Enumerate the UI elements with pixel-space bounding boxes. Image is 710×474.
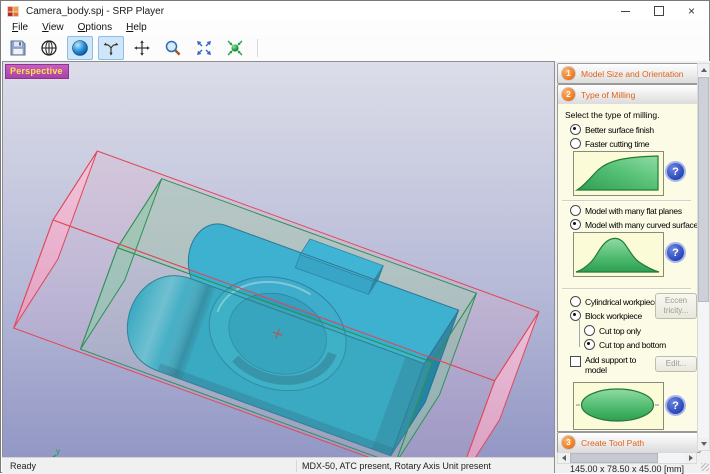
section-create-tool-path[interactable]: 3 Create Tool Path (557, 432, 701, 453)
rotate-icon (102, 39, 120, 57)
step-1-badge: 1 (561, 66, 576, 81)
zoom-to-model-button[interactable] (222, 36, 248, 60)
help-button-workpiece[interactable]: ? (665, 395, 686, 416)
finish-illustration (573, 151, 664, 196)
radio-icon (570, 296, 581, 307)
radio-icon (584, 339, 595, 350)
menu-view[interactable]: View (35, 21, 71, 34)
maximize-icon (654, 6, 664, 16)
section-type-of-milling[interactable]: 2 Type of Milling (557, 84, 701, 105)
milling-prompt: Select the type of milling. (565, 110, 660, 120)
minimize-icon (621, 11, 630, 12)
shaded-view-button[interactable] (67, 36, 93, 60)
toolbar-separator (257, 39, 258, 57)
arrow-right-icon (689, 455, 693, 461)
radio-icon (570, 219, 581, 230)
rotate-view-button[interactable] (98, 36, 124, 60)
block-ellipse-image (574, 383, 661, 427)
scroll-down-button[interactable] (698, 438, 709, 450)
separator (562, 288, 691, 290)
app-window: Camera_body.spj - SRP Player × File View… (0, 0, 710, 473)
resize-grip[interactable] (701, 463, 709, 471)
arrow-left-icon (562, 455, 566, 461)
titlebar: Camera_body.spj - SRP Player × (2, 2, 708, 20)
model-dimensions: 145.00 x 78.50 x 45.00 [mm] (557, 464, 697, 473)
radio-better-surface-finish[interactable]: Better surface finish (570, 124, 654, 135)
viewport-scene[interactable]: y x z (3, 62, 555, 458)
help-button-model-type[interactable]: ? (665, 242, 686, 263)
section-title: Model Size and Orientation (581, 69, 684, 79)
close-button[interactable]: × (675, 2, 708, 20)
wireframe-view-button[interactable] (36, 36, 62, 60)
eccentricity-button[interactable]: Eccen tricity... (655, 293, 697, 319)
minimize-button[interactable] (609, 2, 642, 20)
focus-model-icon (226, 39, 244, 57)
checkbox-add-support[interactable]: Add support to model (570, 356, 647, 376)
tree-guide-line (579, 320, 580, 347)
perspective-label: Perspective (5, 64, 69, 79)
move-arrows-icon (133, 39, 151, 57)
radio-icon (570, 124, 581, 135)
globe-icon (40, 39, 58, 57)
maximize-button[interactable] (642, 2, 675, 20)
menu-options[interactable]: Options (71, 21, 119, 34)
milling-panel: Select the type of milling. Better surfa… (557, 104, 698, 432)
arrow-up-icon (701, 68, 707, 72)
viewport-3d[interactable]: Perspective (2, 61, 555, 458)
scroll-left-button[interactable] (558, 453, 569, 463)
status-machine: MDX-50, ATC present, Rotary Axis Unit pr… (302, 461, 491, 471)
pan-view-button[interactable] (129, 36, 155, 60)
expand-arrows-icon (195, 39, 213, 57)
sphere-icon (71, 39, 89, 57)
floppy-disk-icon (9, 39, 27, 57)
radio-cut-top-only[interactable]: Cut top only (584, 325, 641, 336)
radio-block-workpiece[interactable]: Block workpiece (570, 310, 642, 321)
zoom-view-button[interactable] (160, 36, 186, 60)
fit-to-screen-button[interactable] (191, 36, 217, 60)
statusbar: Ready MDX-50, ATC present, Rotary Axis U… (2, 457, 554, 474)
window-controls: × (609, 2, 708, 20)
app-icon (7, 5, 20, 18)
status-ready: Ready (10, 461, 36, 471)
status-separator (296, 460, 297, 472)
sidebar-horizontal-scrollbar[interactable] (557, 452, 697, 464)
workpiece-illustration (573, 382, 664, 430)
checkbox-icon (570, 356, 581, 367)
finish-curve-image (574, 152, 661, 193)
menubar: File View Options Help (2, 20, 708, 36)
magnifier-icon (164, 39, 182, 57)
vertical-scroll-thumb[interactable] (698, 77, 709, 302)
edit-support-button[interactable]: Edit... (655, 356, 697, 372)
radio-many-curved-surfaces[interactable]: Model with many curved surfaces (570, 219, 702, 230)
radio-icon (570, 205, 581, 216)
section-title: Create Tool Path (581, 438, 644, 448)
radio-icon (570, 138, 581, 149)
arrow-down-icon (701, 442, 707, 446)
help-button-finish[interactable]: ? (665, 161, 686, 182)
toolbar (2, 35, 708, 62)
scroll-up-button[interactable] (698, 64, 709, 76)
axis-label-y: y (56, 447, 60, 456)
radio-cut-top-and-bottom[interactable]: Cut top and bottom (584, 339, 666, 350)
step-3-badge: 3 (561, 435, 576, 450)
model-type-illustration (573, 232, 664, 277)
save-button[interactable] (5, 36, 31, 60)
section-model-size-orientation[interactable]: 1 Model Size and Orientation (557, 63, 701, 84)
horizontal-scroll-thumb[interactable] (570, 453, 658, 463)
scroll-right-button[interactable] (685, 453, 696, 463)
radio-cylindrical-workpiece[interactable]: Cylindrical workpiece (570, 296, 659, 307)
menu-file[interactable]: File (5, 21, 35, 34)
radio-faster-cutting-time[interactable]: Faster cutting time (570, 138, 649, 149)
radio-many-flat-planes[interactable]: Model with many flat planes (570, 205, 682, 216)
separator (562, 200, 691, 202)
curved-surface-image (574, 233, 661, 274)
window-title: Camera_body.spj - SRP Player (26, 6, 164, 17)
section-title: Type of Milling (581, 90, 635, 100)
close-icon: × (688, 5, 695, 17)
step-2-badge: 2 (561, 87, 576, 102)
task-sidebar: 1 Model Size and Orientation 2 Type of M… (554, 61, 710, 473)
sidebar-vertical-scrollbar[interactable] (697, 63, 710, 451)
menu-help[interactable]: Help (119, 21, 154, 34)
radio-icon (584, 325, 595, 336)
